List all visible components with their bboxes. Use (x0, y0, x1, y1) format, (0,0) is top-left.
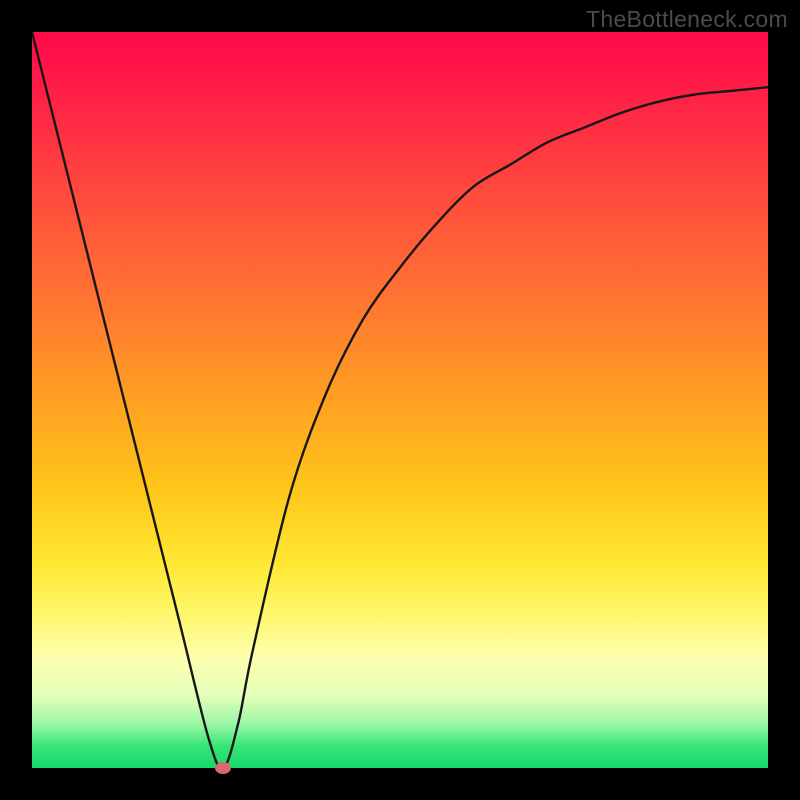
curve-svg (32, 32, 768, 768)
min-point-marker (215, 762, 231, 774)
bottleneck-curve (32, 32, 768, 768)
plot-area (32, 32, 768, 768)
chart-frame: TheBottleneck.com (0, 0, 800, 800)
watermark-text: TheBottleneck.com (586, 6, 788, 33)
